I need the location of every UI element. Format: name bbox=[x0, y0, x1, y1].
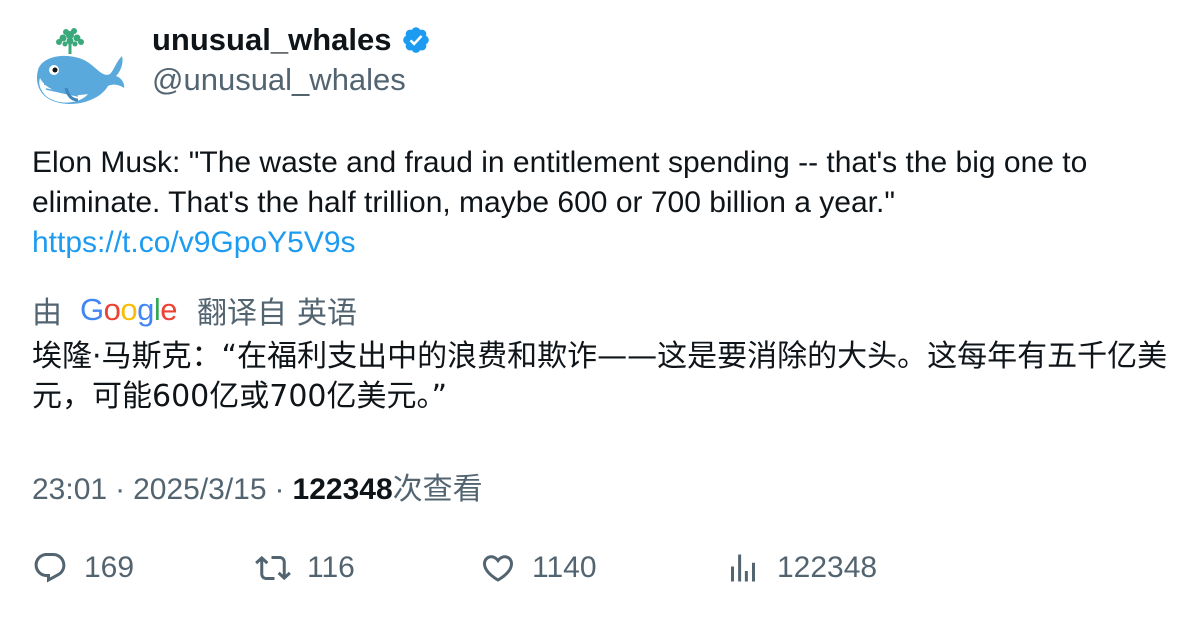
tweet-body: Elon Musk: "The waste and fraud in entit… bbox=[32, 146, 1088, 219]
user-name-row[interactable]: unusual_whales bbox=[152, 22, 431, 58]
user-handle[interactable]: @unusual_whales bbox=[152, 62, 406, 98]
google-logo: Google bbox=[80, 292, 178, 327]
tweet-text: Elon Musk: "The waste and fraud in entit… bbox=[32, 143, 1172, 263]
retweet-button[interactable]: 116 bbox=[255, 550, 355, 586]
views-button[interactable]: 122348 bbox=[725, 550, 877, 586]
tweet-meta: 23:01 · 2025/3/15 · 122348 次查看 bbox=[32, 464, 483, 508]
views-action-count: 122348 bbox=[777, 551, 878, 584]
translated-text: 埃隆·马斯克：“在福利支出中的浪费和欺诈——这是要消除的大头。这每年有五千亿美元… bbox=[32, 339, 1168, 414]
avatar[interactable] bbox=[32, 26, 126, 112]
reply-button[interactable]: 169 bbox=[32, 550, 134, 586]
heart-icon bbox=[482, 555, 514, 582]
tweet-time[interactable]: 23:01 bbox=[32, 473, 107, 507]
retweet-icon bbox=[255, 555, 291, 581]
like-button[interactable]: 1140 bbox=[480, 550, 597, 586]
reply-count: 169 bbox=[84, 551, 135, 584]
like-count: 1140 bbox=[532, 551, 597, 584]
tweet-link[interactable]: https://t.co/v9GpoY5V9s bbox=[32, 223, 1172, 263]
views-count: 122348 bbox=[292, 473, 393, 506]
verified-badge-icon bbox=[403, 27, 430, 53]
display-name[interactable]: unusual_whales bbox=[152, 22, 391, 58]
action-bar: 169 116 1140 122348 bbox=[32, 550, 1172, 594]
retweet-count: 116 bbox=[307, 551, 355, 584]
source-language: 英语 bbox=[297, 297, 358, 330]
tweet-date[interactable]: 2025/3/15 bbox=[133, 473, 266, 507]
reply-icon bbox=[34, 553, 66, 583]
whale-icon bbox=[36, 28, 125, 105]
meta-separator: · bbox=[115, 473, 126, 506]
meta-separator: · bbox=[274, 473, 285, 506]
translation-attribution: 由 Google 翻译自 英语 bbox=[32, 288, 357, 332]
translated-from-label: 翻译自 bbox=[197, 297, 288, 330]
translated-by-label: 由 bbox=[32, 297, 62, 330]
analytics-icon bbox=[731, 554, 755, 582]
views-label: 次查看 bbox=[392, 473, 483, 506]
